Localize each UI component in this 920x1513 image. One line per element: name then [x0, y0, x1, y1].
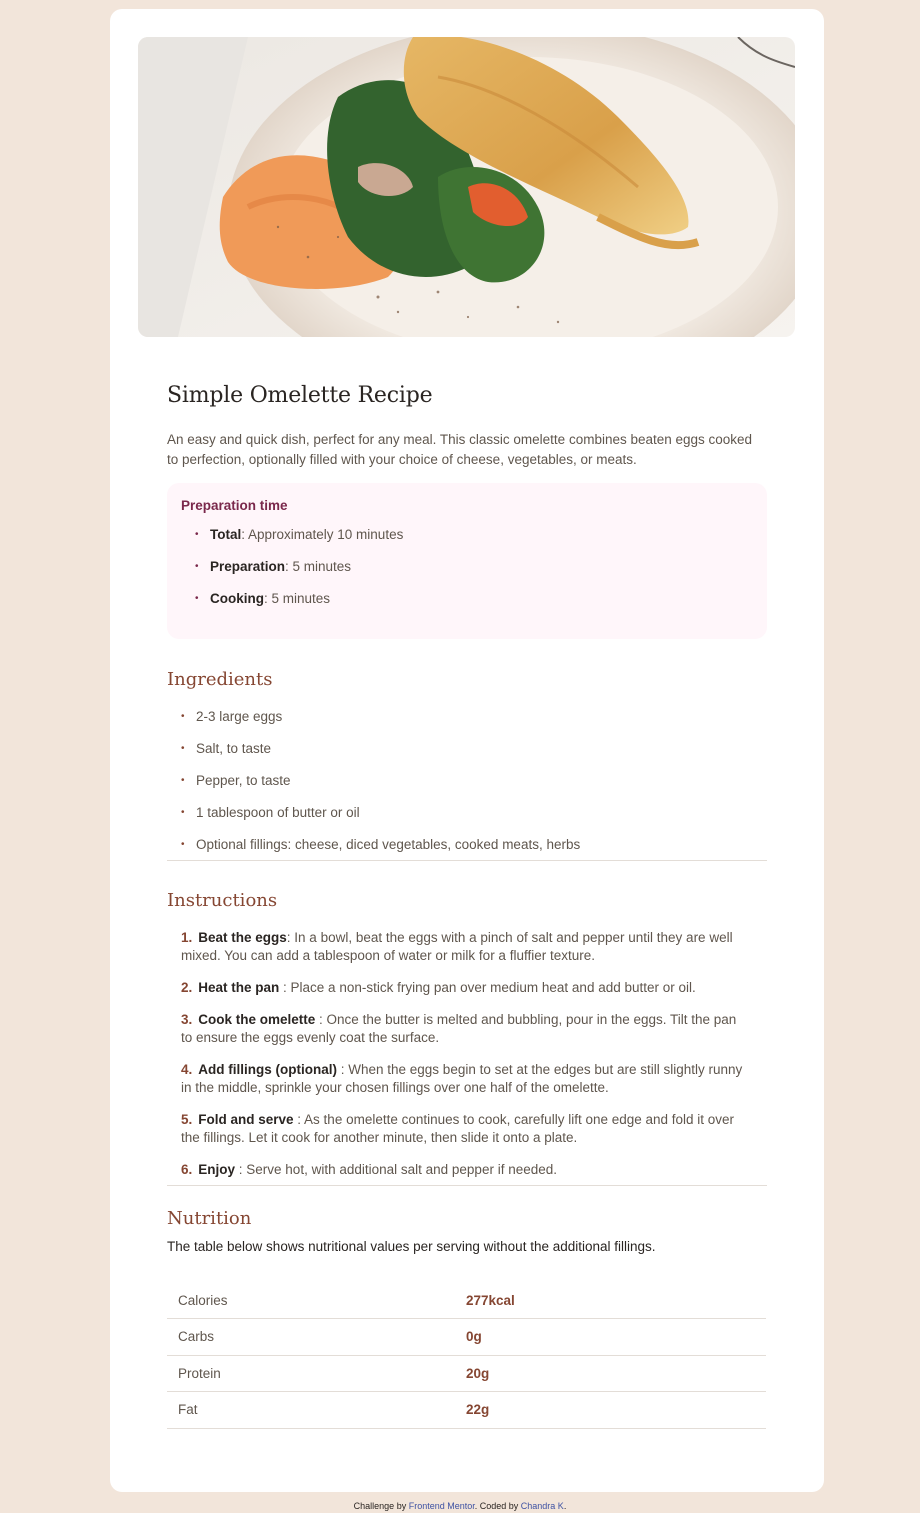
ingredients-list: • 2-3 large eggs • Salt, to taste • Pepper,… [181, 706, 761, 866]
table-row: Calories 277kcal [167, 1282, 766, 1319]
step-label: Beat the eggs [198, 930, 287, 945]
bullet-icon: • [195, 561, 199, 572]
preparation-item: • Total: Approximately 10 minutes [195, 524, 753, 556]
step-number: 6. [181, 1162, 193, 1177]
bullet-icon: • [181, 743, 185, 754]
ingredient-text: Optional fillings: cheese, diced vegetab… [196, 837, 581, 852]
bullet-icon: • [181, 775, 185, 786]
table-row: Carbs 0g [167, 1318, 766, 1356]
attribution-footer: Challenge by Frontend Mentor. Coded by C… [0, 1501, 920, 1511]
step-number: 2. [181, 980, 193, 995]
frontend-mentor-link[interactable]: Frontend Mentor [409, 1501, 475, 1511]
hero-image [138, 37, 795, 337]
ingredient-text: Salt, to taste [196, 741, 272, 756]
ingredient-item: • Optional fillings: cheese, diced vegeta… [181, 834, 761, 866]
nutrition-value: 0g [466, 1318, 766, 1356]
preparation-item-text: : 5 minutes [264, 591, 331, 606]
preparation-heading: Preparation time [181, 498, 288, 513]
step-number: 1. [181, 930, 193, 945]
instruction-step: 1. Beat the eggs: In a bowl, beat the egg… [181, 929, 751, 965]
table-row: Fat 22g [167, 1391, 766, 1429]
footer-middle: . Coded by [474, 1501, 521, 1511]
bullet-icon: • [181, 711, 185, 722]
step-label: Add fillings (optional) [198, 1062, 337, 1077]
nutrition-label: Fat [167, 1391, 466, 1429]
ingredient-text: 2-3 large eggs [196, 709, 283, 724]
step-label: Cook the omelette [198, 1012, 316, 1027]
nutrition-label: Carbs [167, 1318, 466, 1356]
instruction-step: 6. Enjoy : Serve hot, with additional sal… [181, 1161, 751, 1179]
instructions-list: 1. Beat the eggs: In a bowl, beat the egg… [181, 929, 751, 1193]
instruction-step: 2. Heat the pan : Place a non-stick fryin… [181, 979, 751, 997]
section-divider [167, 860, 767, 861]
nutrition-intro: The table below shows nutritional values… [167, 1239, 656, 1254]
ingredients-heading: Ingredients [167, 669, 273, 690]
section-divider [167, 1185, 767, 1186]
preparation-item: • Cooking: 5 minutes [195, 588, 753, 620]
nutrition-label: Calories [167, 1282, 466, 1319]
ingredient-item: • 1 tablespoon of butter or oil [181, 802, 761, 834]
instruction-step: 4. Add fillings (optional) : When the egg… [181, 1061, 751, 1097]
instructions-heading: Instructions [167, 890, 278, 911]
table-row: Protein 20g [167, 1355, 766, 1392]
footer-prefix: Challenge by [353, 1501, 409, 1511]
recipe-intro: An easy and quick dish, perfect for any … [167, 432, 753, 467]
omelette-photo [138, 37, 795, 337]
ingredient-text: Pepper, to taste [196, 773, 291, 788]
step-text: : Serve hot, with additional salt and pe… [235, 1162, 557, 1177]
step-text: : Place a non-stick frying pan over medi… [279, 980, 696, 995]
step-label: Heat the pan [198, 980, 280, 995]
nutrition-value: 20g [466, 1355, 766, 1392]
preparation-item-label: Total [210, 527, 242, 542]
step-label: Enjoy [198, 1162, 236, 1177]
bullet-icon: • [195, 529, 199, 540]
ingredient-item: • Salt, to taste [181, 738, 761, 770]
ingredient-text: 1 tablespoon of butter or oil [196, 805, 360, 820]
nutrition-heading: Nutrition [167, 1208, 252, 1229]
nutrition-label: Protein [167, 1355, 466, 1392]
preparation-box: Preparation time • Total: Approximately … [167, 483, 767, 639]
recipe-card: Simple Omelette Recipe An easy and quick… [110, 9, 824, 1492]
nutrition-value: 277kcal [466, 1282, 766, 1319]
step-number: 4. [181, 1062, 193, 1077]
preparation-item-label: Cooking [210, 591, 264, 606]
ingredient-item: • 2-3 large eggs [181, 706, 761, 738]
bullet-icon: • [181, 807, 185, 818]
nutrition-value: 22g [466, 1391, 766, 1429]
footer-suffix: . [563, 1501, 567, 1511]
step-number: 5. [181, 1112, 193, 1127]
step-number: 3. [181, 1012, 193, 1027]
nutrition-table: Calories 277kcal Carbs 0g Protein 20g Fa… [167, 1282, 766, 1429]
preparation-item: • Preparation: 5 minutes [195, 556, 753, 588]
ingredient-item: • Pepper, to taste [181, 770, 761, 802]
preparation-list: • Total: Approximately 10 minutes • Prep… [181, 524, 753, 620]
recipe-title: Simple Omelette Recipe [167, 383, 433, 408]
preparation-item-label: Preparation [210, 559, 286, 574]
bullet-icon: • [181, 839, 185, 850]
instruction-step: 3. Cook the omelette : Once the butter is… [181, 1011, 751, 1047]
instruction-step: 5. Fold and serve : As the omelette conti… [181, 1111, 751, 1147]
step-label: Fold and serve [198, 1112, 294, 1127]
bullet-icon: • [195, 593, 199, 604]
preparation-item-text: : 5 minutes [285, 559, 352, 574]
author-link[interactable]: Chandra K [521, 1501, 564, 1511]
preparation-item-text: : Approximately 10 minutes [241, 527, 404, 542]
